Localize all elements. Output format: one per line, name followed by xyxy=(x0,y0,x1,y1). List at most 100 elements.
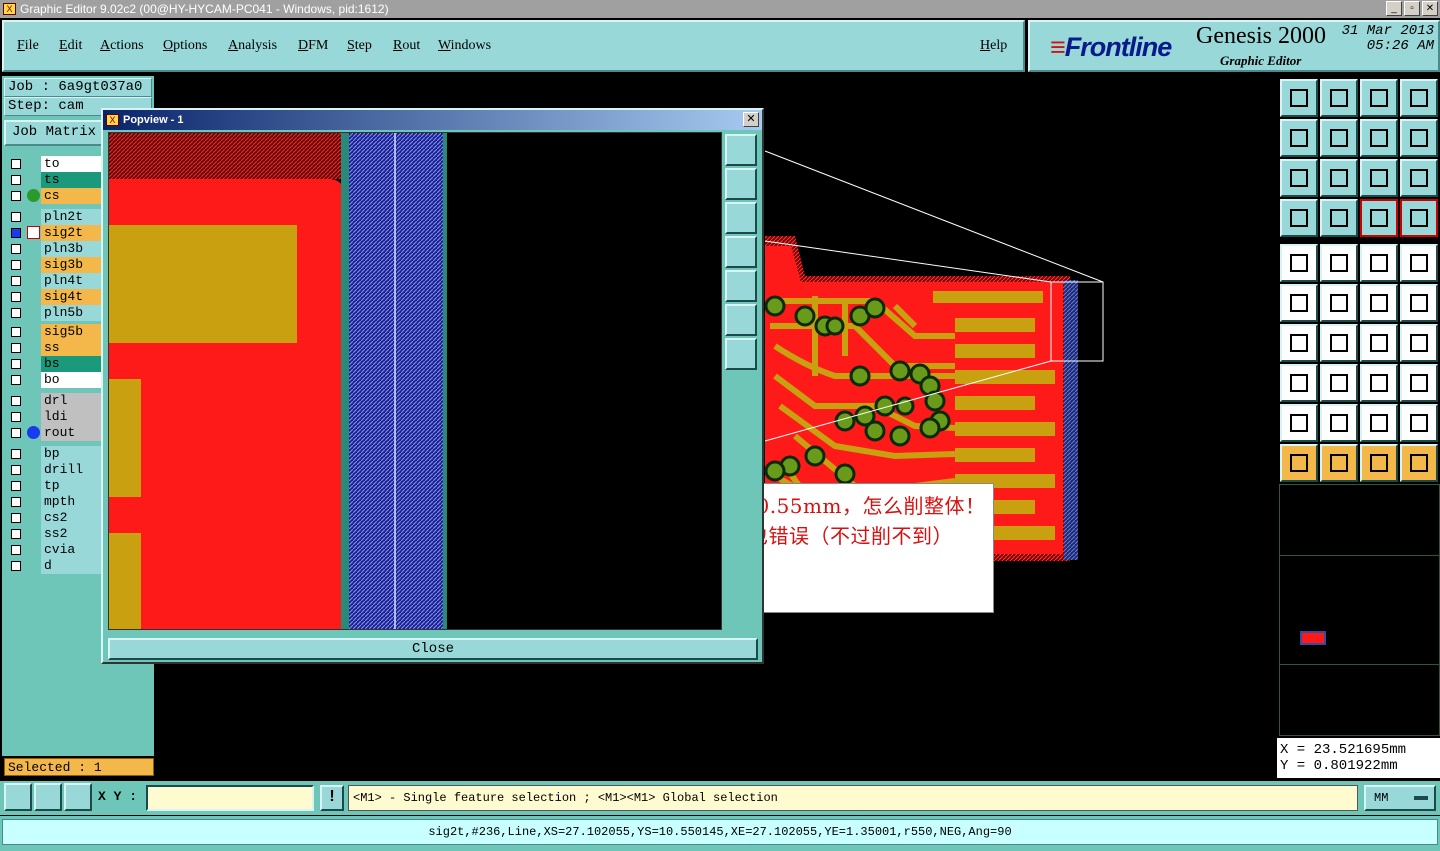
zoom-swap-icon[interactable] xyxy=(1360,119,1398,157)
layer-checkbox[interactable] xyxy=(11,327,21,337)
popview-canvas[interactable] xyxy=(108,132,722,630)
restore-button[interactable]: ▫ xyxy=(1404,1,1420,16)
layer-row-bp[interactable]: bp xyxy=(7,446,103,462)
layer-checkbox[interactable] xyxy=(11,244,21,254)
layer-checkbox[interactable] xyxy=(11,396,21,406)
layer-checkbox[interactable] xyxy=(11,191,21,201)
mirror-icon[interactable] xyxy=(1400,324,1438,362)
layer-checkbox[interactable] xyxy=(11,529,21,539)
layer-checkbox[interactable] xyxy=(11,449,21,459)
select-arrow-icon[interactable] xyxy=(1280,444,1318,482)
line-select-icon[interactable] xyxy=(1320,364,1358,402)
question-icon[interactable] xyxy=(1400,159,1438,197)
redraw-icon[interactable] xyxy=(1400,119,1438,157)
home-down-icon[interactable] xyxy=(1320,79,1358,117)
popview-fit-icon[interactable] xyxy=(725,304,757,336)
popview-down-icon[interactable] xyxy=(725,202,757,234)
home-up-icon[interactable] xyxy=(1280,79,1318,117)
add-line-icon[interactable] xyxy=(1320,244,1358,282)
triangle-icon[interactable] xyxy=(1280,404,1318,442)
layer-checkbox[interactable] xyxy=(11,175,21,185)
measure-icon[interactable] xyxy=(1360,364,1398,402)
tools-icon[interactable] xyxy=(1280,199,1318,237)
layer-row-bo[interactable]: bo xyxy=(7,372,103,388)
select-pointer-icon[interactable] xyxy=(1360,444,1398,482)
layer-checkbox[interactable] xyxy=(11,465,21,475)
layer-checkbox[interactable] xyxy=(11,545,21,555)
popview-window[interactable]: X Popview - 1 ✕ Close xyxy=(101,108,764,664)
popview-titlebar[interactable]: X Popview - 1 ✕ xyxy=(103,110,762,130)
layer-row-rout[interactable]: rout xyxy=(7,425,103,441)
menu-step[interactable]: Step xyxy=(347,38,372,54)
layer-checkbox[interactable] xyxy=(11,412,21,422)
layer-row-drl[interactable]: drl xyxy=(7,393,103,409)
layer-checkbox[interactable] xyxy=(11,561,21,571)
minimize-button[interactable]: _ xyxy=(1386,1,1402,16)
pan-right-icon[interactable] xyxy=(1320,119,1358,157)
house-icon[interactable] xyxy=(1360,79,1398,117)
menu-actions[interactable]: Actions xyxy=(100,38,144,54)
popview-right-icon[interactable] xyxy=(725,270,757,302)
menu-windows[interactable]: Windows xyxy=(438,38,491,54)
select-box-icon[interactable] xyxy=(1320,444,1358,482)
menu-edit[interactable]: Edit xyxy=(59,38,82,54)
layer-row-drill[interactable]: drill xyxy=(7,462,103,478)
layer-checkbox[interactable] xyxy=(11,375,21,385)
layer-row-cs[interactable]: cs xyxy=(7,188,103,204)
layer-checkbox[interactable] xyxy=(11,212,21,222)
layer-checkbox[interactable] xyxy=(11,343,21,353)
select-route-icon[interactable] xyxy=(1400,444,1438,482)
menu-help[interactable]: Help xyxy=(980,38,1007,54)
layer-checkbox[interactable] xyxy=(11,359,21,369)
layer-row-tp[interactable]: tp xyxy=(7,478,103,494)
layer-row-ts[interactable]: ts xyxy=(7,172,103,188)
grid-icon[interactable] xyxy=(1320,199,1358,237)
popview-up-icon[interactable] xyxy=(725,168,757,200)
menu-rout[interactable]: Rout xyxy=(393,38,420,54)
zoom-1to2-icon[interactable] xyxy=(1360,159,1398,197)
pad-select-icon[interactable] xyxy=(1280,364,1318,402)
menu-dfm[interactable]: DFM xyxy=(298,38,328,54)
menu-file[interactable]: File xyxy=(17,38,39,54)
layer-checkbox[interactable] xyxy=(11,159,21,169)
layer-row-pln3b[interactable]: pln3b xyxy=(7,241,103,257)
layer-row-ldi[interactable]: ldi xyxy=(7,409,103,425)
pan-left-icon[interactable] xyxy=(1280,119,1318,157)
units-select[interactable]: MM xyxy=(1364,785,1436,811)
popview-close-icon[interactable]: ✕ xyxy=(743,112,759,127)
add-pad-icon[interactable] xyxy=(1280,244,1318,282)
intersect-icon[interactable] xyxy=(1320,284,1358,322)
layer-row-ss2[interactable]: ss2 xyxy=(7,526,103,542)
layer-row-sig3b[interactable]: sig3b xyxy=(7,257,103,273)
layer-checkbox[interactable] xyxy=(11,308,21,318)
layer-row-pln5b[interactable]: pln5b xyxy=(7,305,103,321)
group-icon[interactable] xyxy=(1400,364,1438,402)
popview-center-icon[interactable] xyxy=(725,338,757,370)
layers-toggle-icon[interactable] xyxy=(1360,199,1398,237)
popview-left-icon[interactable] xyxy=(725,236,757,268)
node-move-icon[interactable] xyxy=(1360,284,1398,322)
overview-navigator[interactable] xyxy=(1279,484,1440,736)
layer-row-pln2t[interactable]: pln2t xyxy=(7,209,103,225)
popview-zoom-icon[interactable] xyxy=(725,134,757,166)
angle-icon[interactable] xyxy=(1280,324,1318,362)
layer-row-cvia[interactable]: cvia xyxy=(7,542,103,558)
layer-checkbox[interactable] xyxy=(11,513,21,523)
zoom-center-icon[interactable] xyxy=(1320,159,1358,197)
triangle-up-icon[interactable] xyxy=(1320,404,1358,442)
triangle-b-icon[interactable] xyxy=(1400,404,1438,442)
alert-button[interactable]: ! xyxy=(320,785,344,811)
measure-angle-icon[interactable] xyxy=(34,783,62,811)
layer-checkbox[interactable] xyxy=(11,228,21,238)
connect-icon[interactable] xyxy=(1280,284,1318,322)
grid-snap-icon[interactable] xyxy=(64,783,92,811)
layer-checkbox[interactable] xyxy=(11,481,21,491)
layer-checkbox[interactable] xyxy=(11,276,21,286)
layer-row-bs[interactable]: bs xyxy=(7,356,103,372)
layer-checkbox[interactable] xyxy=(11,260,21,270)
close-window-button[interactable]: ✕ xyxy=(1422,1,1438,16)
layer-row-ss[interactable]: ss xyxy=(7,340,103,356)
rotate-icon[interactable] xyxy=(1360,324,1398,362)
layer-row-mpth[interactable]: mpth xyxy=(7,494,103,510)
slash-icon[interactable] xyxy=(1320,324,1358,362)
